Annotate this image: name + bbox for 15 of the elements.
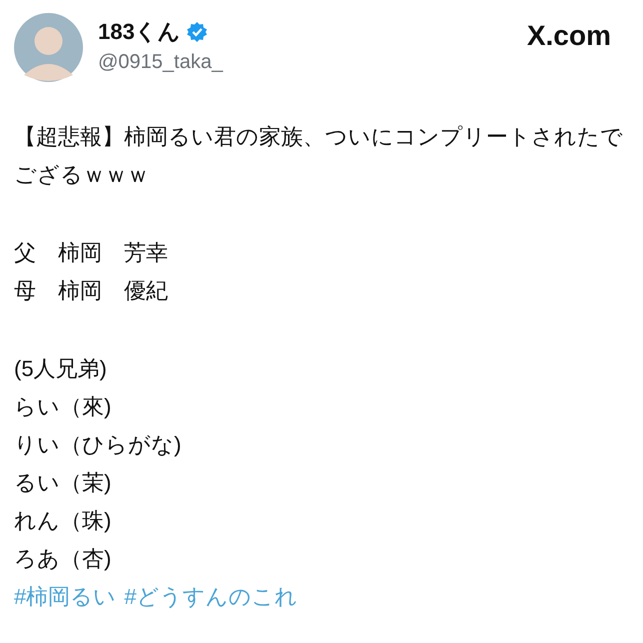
post-text: るい（茉) xyxy=(14,469,112,497)
site-label: X.com xyxy=(526,19,611,53)
post-text: 母 柿岡 優紀 xyxy=(14,277,169,305)
post-text: (5人兄弟) xyxy=(14,355,108,383)
post-text: 【超悲報】柿岡るい君の家族、ついにコンプリートされたでござるｗｗｗ xyxy=(14,123,624,189)
post-text: れん（珠) xyxy=(14,507,112,535)
author-name: 183くん xyxy=(98,18,181,46)
post-text: 父 柿岡 芳幸 xyxy=(14,239,169,267)
post-text: ろあ（杏) xyxy=(14,545,112,573)
author-handle: @0915_taka_ xyxy=(98,50,223,75)
post-text: りい（ひらがな) xyxy=(14,431,182,459)
hashtag-link[interactable]: #柿岡るい xyxy=(14,578,116,616)
hashtag-link[interactable]: #どうすんのこれ xyxy=(124,578,298,616)
avatar xyxy=(14,13,83,82)
post-text: らい（來) xyxy=(14,393,112,421)
